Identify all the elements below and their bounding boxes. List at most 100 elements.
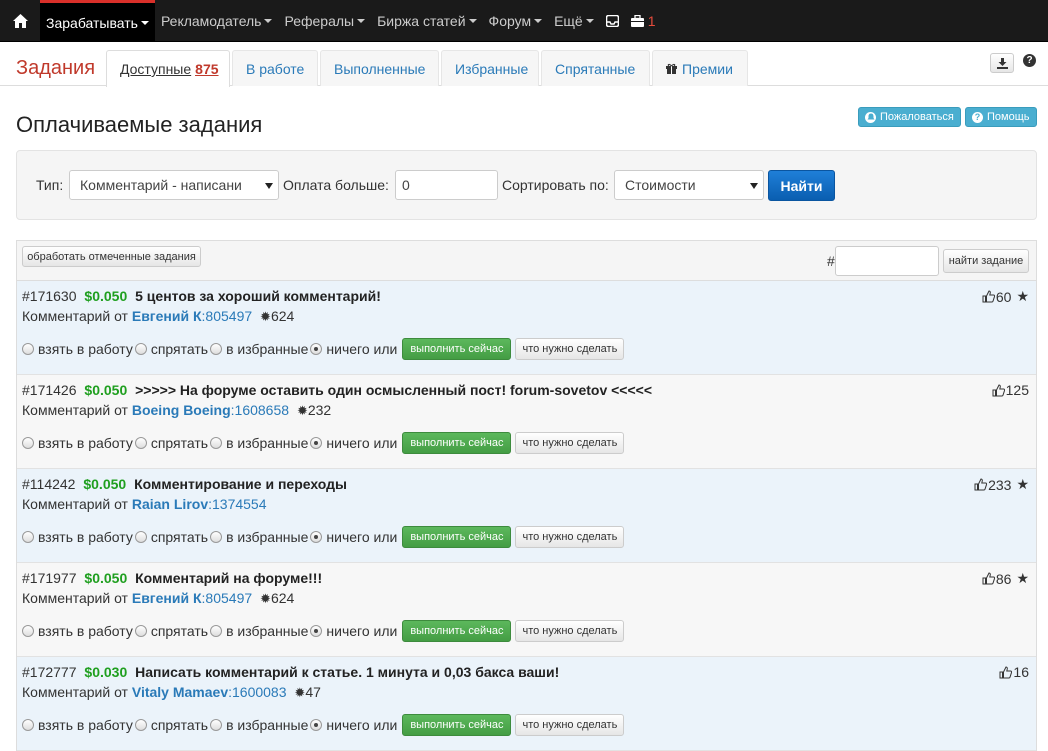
- hash-label: #: [827, 253, 835, 269]
- task-title[interactable]: Комментарий на форуме!!!: [135, 570, 322, 586]
- home-icon[interactable]: [0, 0, 40, 41]
- nav-item-advertiser[interactable]: Рекламодатель: [155, 0, 279, 42]
- author-id[interactable]: :1600083: [228, 684, 286, 700]
- favorite-label: в избранные: [226, 623, 309, 639]
- briefcase-icon[interactable]: 1: [625, 0, 662, 42]
- star-icon[interactable]: ★: [1016, 288, 1029, 305]
- author-id[interactable]: :805497: [202, 308, 253, 324]
- nav-item-more[interactable]: Ещё: [548, 0, 600, 42]
- author-link[interactable]: Vitaly Mamaev: [132, 684, 228, 700]
- tab-in-progress[interactable]: В работе: [232, 50, 318, 86]
- question-icon[interactable]: ?: [1023, 54, 1036, 67]
- take-radio[interactable]: [22, 719, 34, 731]
- task-title[interactable]: >>>>> На форуме оставить один осмысленны…: [135, 382, 652, 398]
- author-link[interactable]: Евгений К: [132, 308, 202, 324]
- hide-radio[interactable]: [134, 437, 147, 449]
- nav-item-referrals[interactable]: Рефералы: [278, 0, 371, 42]
- nav-item-forum[interactable]: Форум: [483, 0, 549, 42]
- take-radio[interactable]: [22, 343, 34, 355]
- inbox-icon[interactable]: [600, 0, 625, 42]
- nav-item-earn[interactable]: Зарабатывать: [40, 0, 155, 42]
- hide-label: спрятать: [150, 717, 209, 733]
- what-to-do-button[interactable]: что нужно сделать: [515, 714, 625, 736]
- do-now-button[interactable]: выполнить сейчас: [402, 620, 512, 642]
- favorite-radio[interactable]: [210, 531, 223, 543]
- tab-favorites[interactable]: Избранные: [441, 50, 539, 86]
- tab-list: Доступные 875 В работе Выполненные Избран…: [106, 50, 750, 87]
- do-now-button[interactable]: выполнить сейчас: [402, 338, 512, 360]
- nothing-label: ничего или: [326, 435, 398, 451]
- hide-radio[interactable]: [134, 343, 147, 355]
- tab-bonuses[interactable]: Премии: [652, 50, 748, 86]
- hide-radio[interactable]: [134, 719, 147, 731]
- author-link[interactable]: Boeing Boeing: [132, 402, 231, 418]
- author-id[interactable]: :1608658: [231, 402, 289, 418]
- favorite-radio[interactable]: [210, 437, 223, 449]
- tabs-bar: Задания Доступные 875 В работе Выполненны…: [0, 50, 1048, 87]
- do-now-button[interactable]: выполнить сейчас: [402, 432, 512, 454]
- do-now-button[interactable]: выполнить сейчас: [402, 714, 512, 736]
- what-to-do-button[interactable]: что нужно сделать: [515, 338, 625, 360]
- take-label: взять в работу: [38, 623, 133, 639]
- hide-radio[interactable]: [134, 625, 147, 637]
- what-to-do-button[interactable]: что нужно сделать: [515, 526, 625, 548]
- complain-button[interactable]: Пожаловаться: [858, 107, 961, 127]
- help-button[interactable]: ? Помощь: [965, 107, 1037, 127]
- process-selected-button[interactable]: обработать отмеченные задания: [22, 246, 201, 267]
- find-button[interactable]: Найти: [768, 170, 835, 201]
- chevron-down-icon: [534, 19, 543, 23]
- nav-item-articles[interactable]: Биржа статей: [371, 0, 482, 42]
- favorite-radio[interactable]: [210, 625, 223, 637]
- author-link[interactable]: Евгений К: [132, 590, 202, 606]
- download-button[interactable]: [990, 53, 1014, 73]
- type-label: Тип:: [36, 177, 64, 193]
- briefcase-count: 1: [647, 13, 656, 29]
- favorite-radio[interactable]: [210, 719, 223, 731]
- likes-count: 60: [995, 288, 1012, 305]
- chevron-down-icon: [140, 20, 149, 25]
- take-radio[interactable]: [22, 531, 34, 543]
- pay-input[interactable]: 0: [395, 170, 498, 200]
- task-id-input[interactable]: [835, 246, 939, 276]
- nothing-radio[interactable]: [310, 343, 323, 355]
- task-row: #171977 $0.050 Комментарий на форуме!!! …: [17, 563, 1036, 657]
- nothing-radio[interactable]: [310, 437, 323, 449]
- author-link[interactable]: Raian Lirov: [132, 496, 208, 512]
- tab-available[interactable]: Доступные 875: [106, 50, 230, 87]
- sort-select[interactable]: Стоимости: [614, 170, 764, 200]
- take-radio[interactable]: [22, 437, 34, 449]
- take-label: взять в работу: [38, 435, 133, 451]
- author-id[interactable]: :1374554: [208, 496, 266, 512]
- take-label: взять в работу: [38, 717, 133, 733]
- take-radio[interactable]: [22, 625, 34, 637]
- star-icon[interactable]: ★: [1016, 476, 1029, 493]
- nothing-radio[interactable]: [310, 625, 323, 637]
- comment-from-label: Комментарий от: [22, 402, 128, 418]
- hide-radio[interactable]: [134, 531, 147, 543]
- what-to-do-button[interactable]: что нужно сделать: [515, 432, 625, 454]
- gear-icon: ✹: [294, 685, 306, 700]
- favorite-radio[interactable]: [210, 343, 223, 355]
- author-rating: ✹47: [294, 684, 321, 700]
- hide-label: спрятать: [150, 435, 209, 451]
- task-title[interactable]: Комментирование и переходы: [134, 476, 347, 492]
- tab-completed[interactable]: Выполненные: [320, 50, 439, 86]
- what-to-do-button[interactable]: что нужно сделать: [515, 620, 625, 642]
- task-title[interactable]: 5 центов за хороший комментарий!: [135, 288, 381, 304]
- hide-label: спрятать: [150, 623, 209, 639]
- find-task-button[interactable]: найти задание: [943, 249, 1029, 273]
- nothing-radio[interactable]: [310, 531, 323, 543]
- chevron-down-icon: [264, 19, 273, 23]
- task-title[interactable]: Написать комментарий к статье. 1 минута …: [135, 664, 559, 680]
- likes-count: 16: [1013, 664, 1029, 680]
- star-icon[interactable]: ★: [1016, 570, 1029, 587]
- do-now-button[interactable]: выполнить сейчас: [402, 526, 512, 548]
- tab-hidden[interactable]: Спрятанные: [541, 50, 650, 86]
- nothing-radio[interactable]: [310, 719, 323, 731]
- comment-from-label: Комментарий от: [22, 308, 128, 324]
- author-id[interactable]: :805497: [202, 590, 253, 606]
- type-select[interactable]: Комментарий - написани: [69, 170, 279, 200]
- take-label: взять в работу: [38, 529, 133, 545]
- nothing-label: ничего или: [326, 717, 398, 733]
- likes-count: 86: [995, 570, 1012, 587]
